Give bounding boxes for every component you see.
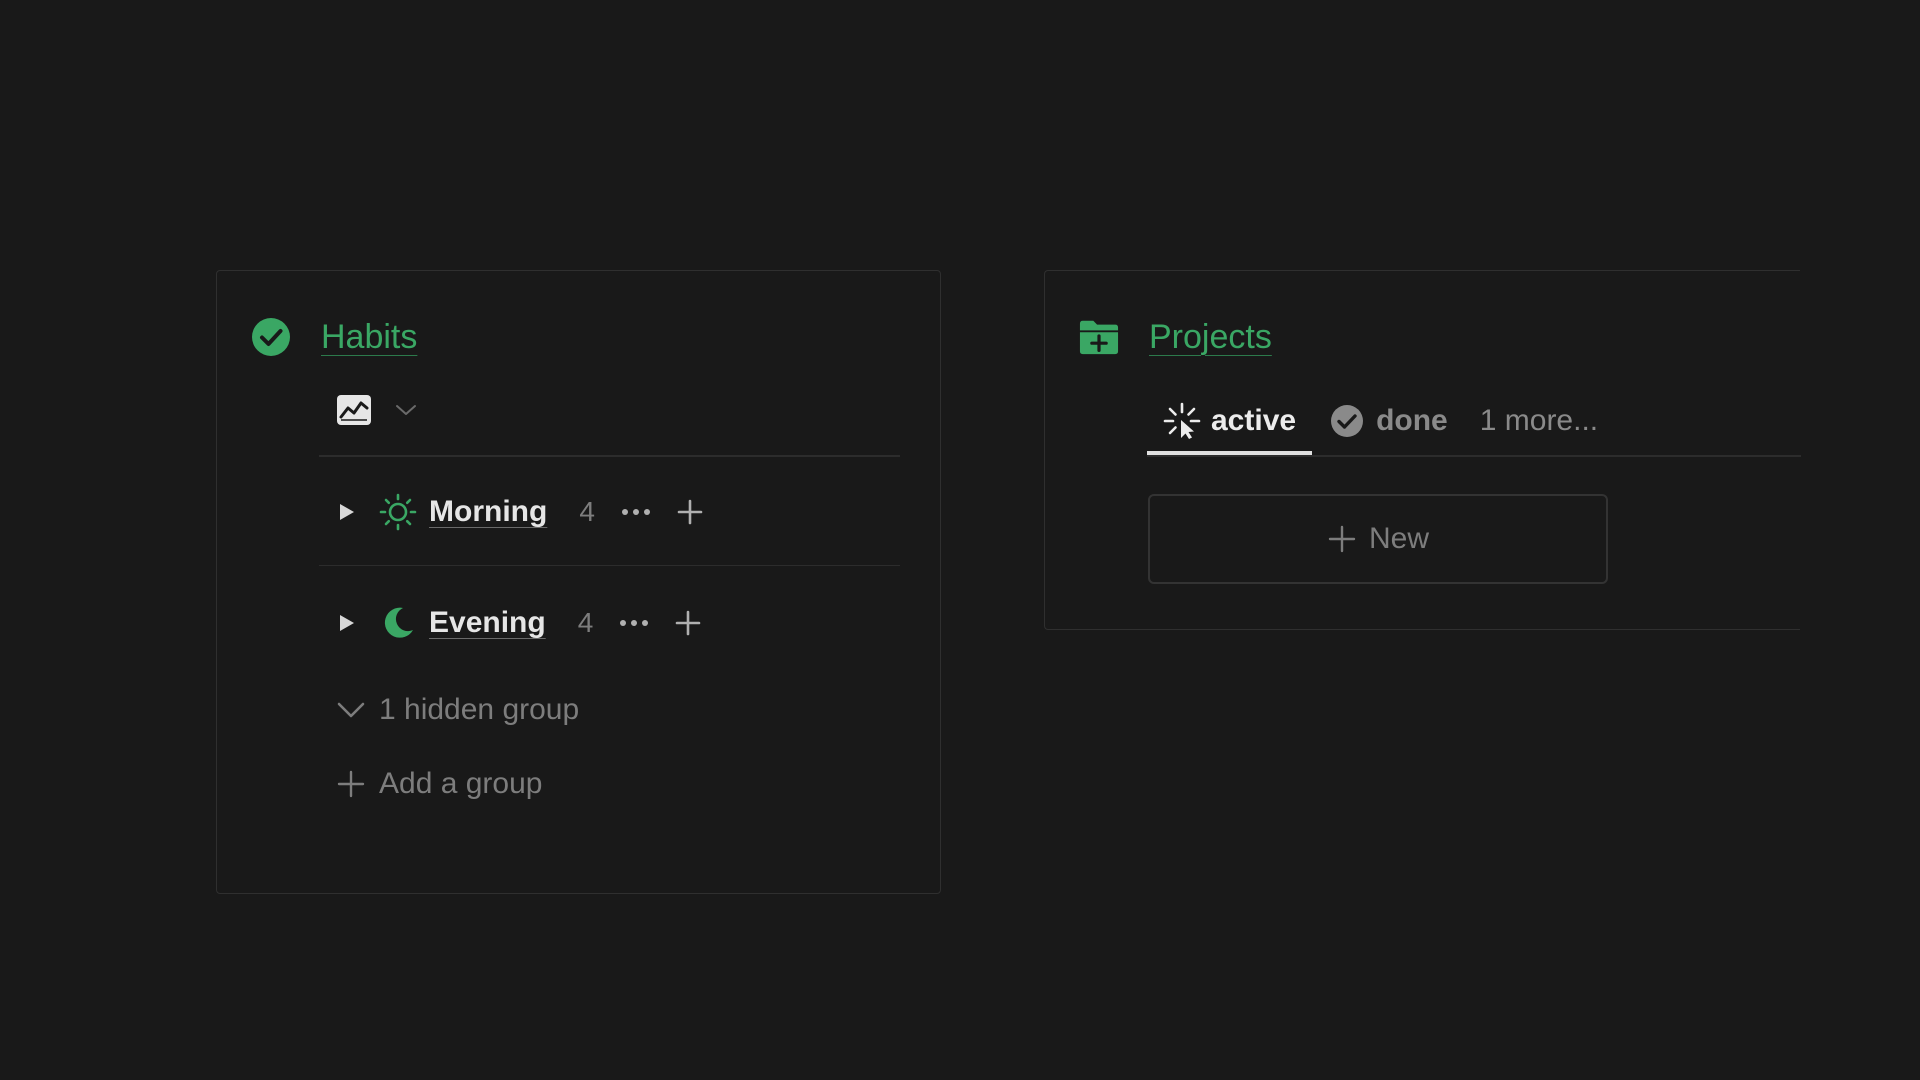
page: Habits Morning 4 Evening 4 1 hidden grou…	[0, 0, 1920, 1080]
projects-panel: Projects active done 1 more... New	[1044, 270, 1801, 630]
add-group-button[interactable]: Add a group	[335, 764, 542, 804]
habits-panel: Habits Morning 4 Evening 4 1 hidden grou…	[216, 270, 941, 894]
more-tabs-label: 1 more...	[1479, 404, 1599, 437]
tab-label: done	[1376, 404, 1448, 437]
view-switcher[interactable]	[337, 395, 417, 430]
add-item-icon[interactable]	[671, 606, 705, 640]
hidden-groups-label: 1 hidden group	[379, 693, 580, 726]
plus-icon	[1327, 524, 1357, 554]
group-row-morning: Morning 4	[337, 490, 707, 534]
chevron-down-icon	[335, 694, 367, 726]
more-tabs-button[interactable]: 1 more...	[1464, 389, 1614, 453]
view-tabs: active done 1 more...	[1147, 389, 1614, 455]
habits-title[interactable]: Habits	[321, 318, 417, 357]
chart-icon	[337, 395, 371, 430]
loading-sparkle-icon	[1163, 402, 1201, 440]
habits-header: Habits	[251, 315, 417, 359]
add-group-label: Add a group	[379, 767, 543, 800]
chevron-down-icon	[395, 403, 417, 422]
add-item-icon[interactable]	[673, 495, 707, 529]
divider	[319, 455, 900, 457]
group-count: 4	[577, 607, 594, 638]
more-options-icon[interactable]	[619, 495, 653, 529]
more-options-icon[interactable]	[617, 606, 651, 640]
moon-icon	[379, 604, 417, 642]
tab-active[interactable]: active	[1147, 389, 1313, 455]
tab-label: active	[1211, 404, 1297, 437]
check-circle-icon	[251, 317, 291, 357]
projects-title[interactable]: Projects	[1149, 318, 1272, 357]
folder-plus-icon	[1079, 317, 1119, 357]
expand-caret-icon[interactable]	[337, 613, 357, 633]
new-button[interactable]: New	[1148, 494, 1608, 584]
sun-icon	[379, 493, 417, 531]
group-label[interactable]: Morning	[429, 495, 547, 529]
new-button-label: New	[1368, 522, 1429, 555]
check-circle-icon	[1328, 402, 1366, 440]
group-count: 4	[579, 496, 595, 527]
divider	[319, 565, 900, 566]
expand-caret-icon[interactable]	[337, 502, 357, 522]
hidden-groups-toggle[interactable]: 1 hidden group	[335, 690, 579, 730]
projects-header: Projects	[1079, 315, 1272, 359]
divider	[1147, 455, 1801, 457]
tab-done[interactable]: done	[1312, 389, 1464, 453]
group-label[interactable]: Evening	[429, 606, 546, 640]
group-row-evening: Evening 4	[337, 601, 705, 645]
plus-icon	[335, 768, 367, 800]
